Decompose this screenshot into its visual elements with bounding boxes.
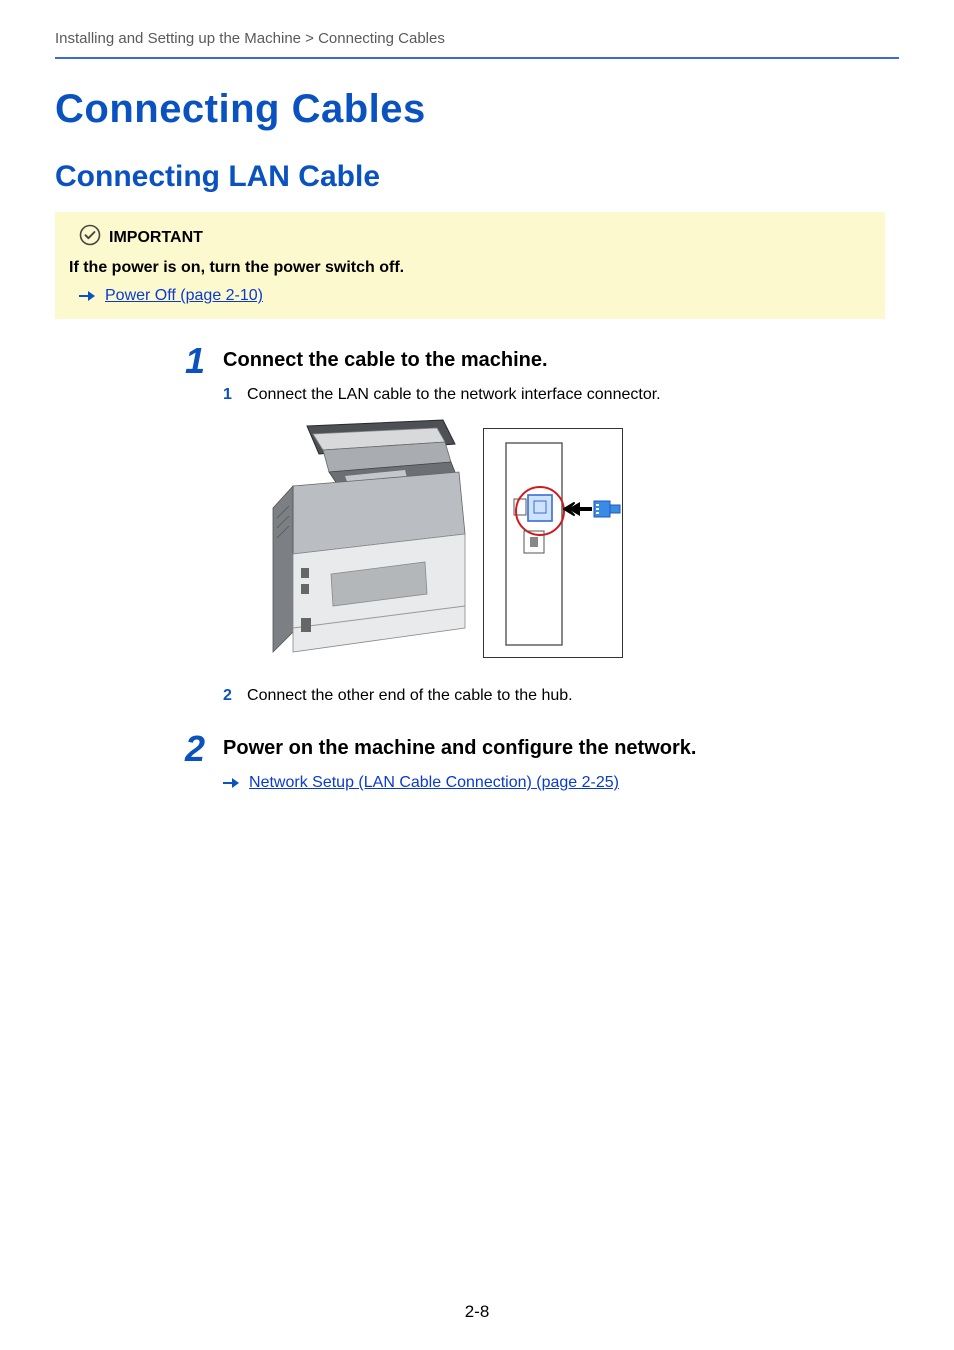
breadcrumb: Installing and Setting up the Machine > … [55,30,899,59]
important-text: If the power is on, turn the power switc… [69,259,871,277]
step-1: 1 Connect the cable to the machine. 1 Co… [55,347,899,717]
substep-2: 2 Connect the other end of the cable to … [223,687,899,705]
printer-diagram [251,416,651,671]
link-arrow-icon [79,289,95,303]
link-arrow-icon [223,776,239,790]
steps-container: 1 Connect the cable to the machine. 1 Co… [55,347,899,792]
important-label: IMPORTANT [109,229,203,247]
network-setup-link[interactable]: Network Setup (LAN Cable Connection) (pa… [249,774,619,792]
checkmark-circle-icon [79,224,101,251]
substep-1: 1 Connect the LAN cable to the network i… [223,386,899,404]
step-title: Power on the machine and configure the n… [223,737,899,760]
substep-text: Connect the LAN cable to the network int… [247,386,661,404]
substep-number: 1 [223,386,237,404]
page-title-h1: Connecting Cables [55,87,899,132]
step-number: 2 [55,731,205,767]
substep-text: Connect the other end of the cable to th… [247,687,573,705]
section-title-h2: Connecting LAN Cable [55,160,899,194]
step-2: 2 Power on the machine and configure the… [55,735,899,792]
substep-number: 2 [223,687,237,705]
page-number: 2-8 [0,1302,954,1322]
step-title: Connect the cable to the machine. [223,349,899,372]
important-callout: IMPORTANT If the power is on, turn the p… [55,212,885,319]
printer-illustration-icon [251,416,471,671]
step-number: 1 [55,343,205,379]
power-off-link[interactable]: Power Off (page 2-10) [105,287,263,305]
port-detail-panel [483,428,623,658]
